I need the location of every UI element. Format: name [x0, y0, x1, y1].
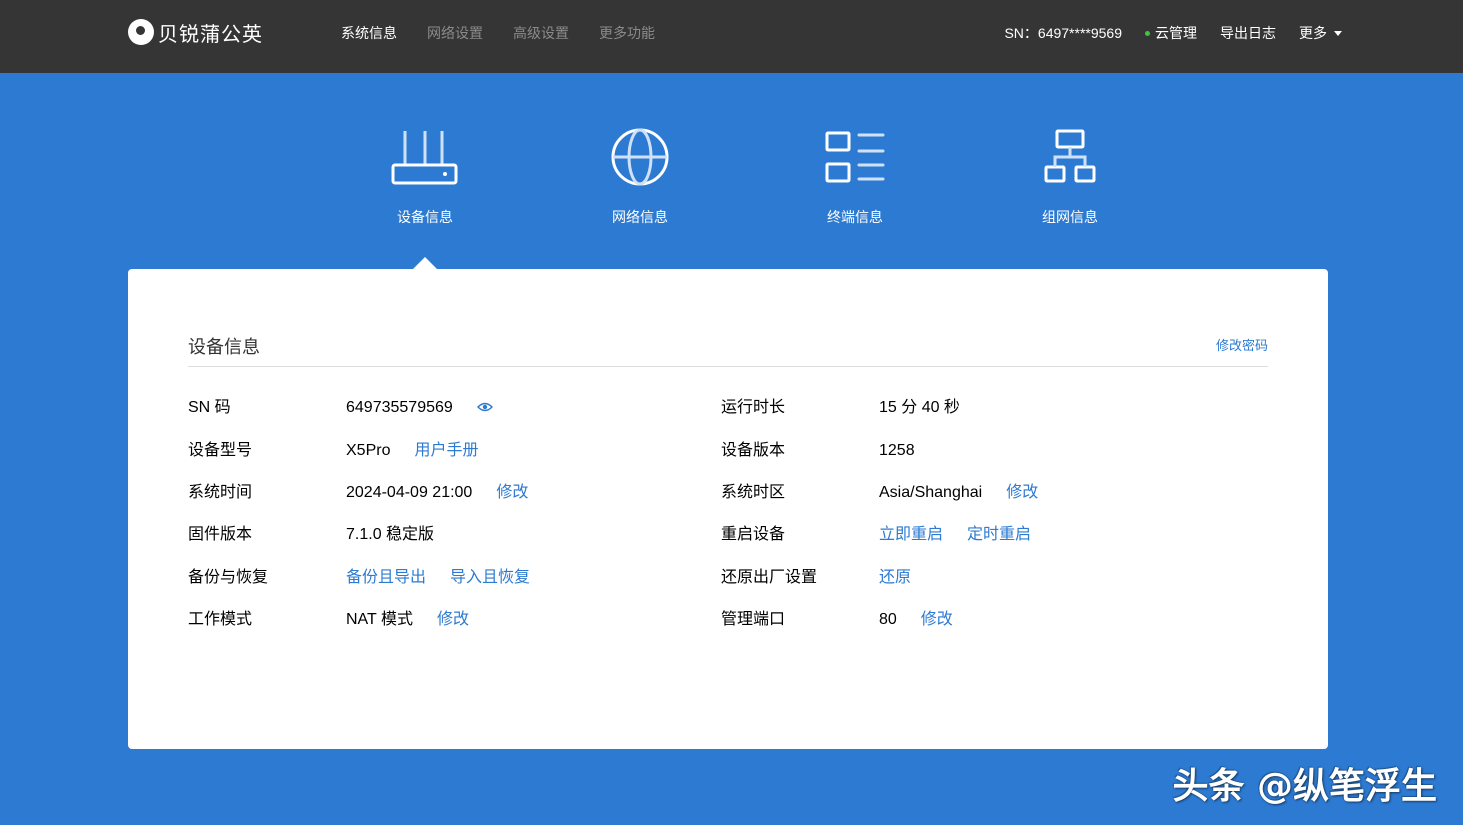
model-value: X5Pro [346, 442, 391, 459]
user-manual-link[interactable]: 用户手册 [414, 441, 478, 461]
cloud-status-dot [1145, 30, 1150, 36]
more-label: 更多 [1299, 25, 1327, 41]
tab-terminal-info-label: 终端信息 [827, 209, 883, 225]
globe-icon [611, 128, 669, 186]
logo-icon [128, 19, 154, 45]
factory-reset-link[interactable]: 还原 [879, 568, 911, 588]
more-dropdown[interactable]: 更多 [1299, 23, 1342, 43]
info-label: 还原出厂设置 [721, 569, 818, 586]
cloud-management-link[interactable]: 云管理 [1145, 23, 1197, 43]
tab-device-info-label: 设备信息 [397, 209, 453, 225]
info-label: SN 码 [188, 399, 231, 416]
change-password-link[interactable]: 修改密码 [1216, 335, 1268, 354]
mgmt-port-value: 80 [879, 611, 897, 628]
info-label: 管理端口 [721, 611, 786, 628]
caret-down-icon [1334, 30, 1342, 36]
info-label: 运行时长 [721, 399, 786, 416]
tab-networking-info[interactable]: 组网信息 [1010, 127, 1130, 227]
scheduled-reboot-link[interactable]: 定时重启 [967, 525, 1031, 545]
router-icon [391, 131, 458, 185]
sn-value: 649735579569 [346, 399, 453, 416]
timezone-value: Asia/Shanghai [879, 484, 983, 501]
info-label: 重启设备 [721, 526, 786, 543]
tab-networking-info-label: 组网信息 [1042, 209, 1098, 225]
device-info-panel: 设备信息 修改密码 SN 码 649735579569 设备型号 X5Pro 用… [128, 269, 1328, 749]
info-label: 工作模式 [188, 611, 253, 628]
brand-name: 贝锐蒲公英 [158, 23, 263, 46]
edit-timezone-link[interactable]: 修改 [1006, 483, 1038, 503]
eye-icon[interactable] [476, 398, 493, 418]
edit-work-mode-link[interactable]: 修改 [437, 610, 469, 630]
tab-network-info-label: 网络信息 [612, 209, 668, 225]
firmware-value: 7.1.0 稳定版 [346, 526, 435, 543]
watermark: 头条 @纵笔浮生 [1172, 766, 1437, 807]
system-time-value: 2024-04-09 21:00 [346, 484, 473, 501]
tab-terminal-info[interactable]: 终端信息 [795, 127, 915, 227]
info-label: 备份与恢复 [188, 569, 269, 586]
top-right-menu: SN：6497****9569 云管理 导出日志 更多 [1004, 23, 1342, 43]
tab-network-info[interactable]: 网络信息 [580, 127, 700, 227]
info-label: 系统时间 [188, 484, 253, 501]
info-label: 系统时区 [721, 484, 786, 501]
edit-port-link[interactable]: 修改 [921, 610, 953, 630]
import-restore-link[interactable]: 导入且恢复 [450, 568, 530, 588]
serial-number-display: SN：6497****9569 [1004, 25, 1122, 41]
panel-header: 设备信息 修改密码 [188, 329, 1268, 367]
export-log-link[interactable]: 导出日志 [1220, 23, 1276, 43]
info-label: 设备版本 [721, 442, 786, 459]
work-mode-value: NAT 模式 [346, 611, 413, 628]
nav-system-info[interactable]: 系统信息 [341, 23, 397, 43]
nav-more-features[interactable]: 更多功能 [599, 23, 655, 43]
grid-list-icon [825, 131, 885, 183]
network-topology-icon [1044, 129, 1096, 183]
nav-advanced-settings[interactable]: 高级设置 [513, 23, 569, 43]
top-bar: 贝锐蒲公英 系统信息 网络设置 高级设置 更多功能 SN：6497****956… [0, 0, 1463, 73]
info-label: 固件版本 [188, 526, 253, 543]
reboot-now-link[interactable]: 立即重启 [879, 525, 943, 545]
panel-title: 设备信息 [188, 337, 260, 357]
uptime-value: 15 分 40 秒 [879, 399, 960, 416]
info-label: 设备型号 [188, 442, 253, 459]
active-tab-pointer [413, 257, 437, 269]
tab-device-info[interactable]: 设备信息 [365, 127, 485, 227]
brand-logo[interactable]: 贝锐蒲公英 [128, 18, 263, 46]
cloud-management-label: 云管理 [1155, 25, 1197, 41]
backup-export-link[interactable]: 备份且导出 [346, 568, 426, 588]
device-version-value: 1258 [879, 442, 915, 459]
main-nav: 系统信息 网络设置 高级设置 更多功能 [341, 23, 655, 43]
edit-time-link[interactable]: 修改 [496, 483, 528, 503]
nav-network-settings[interactable]: 网络设置 [427, 23, 483, 43]
